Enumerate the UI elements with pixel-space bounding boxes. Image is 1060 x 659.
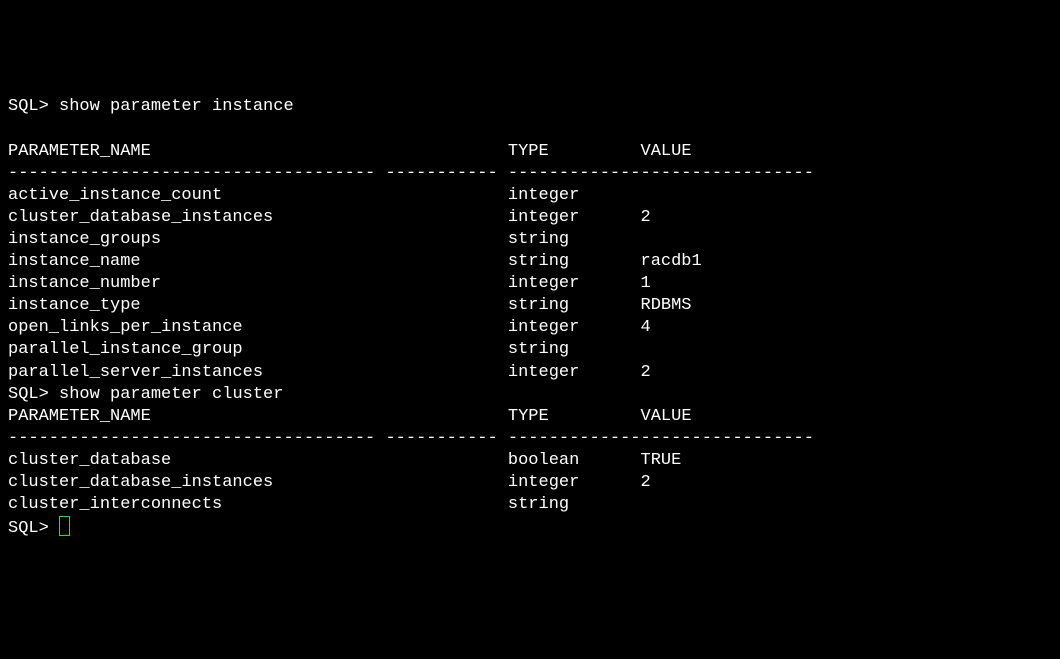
table-row: cluster_interconnects string (8, 495, 641, 514)
terminal-output[interactable]: SQL> show parameter instance PARAMETER_N… (8, 96, 1052, 540)
sql-prompt: SQL> (8, 97, 59, 116)
sql-command: show parameter cluster (59, 385, 283, 404)
column-header-value: VALUE (641, 407, 692, 426)
sql-command: show parameter instance (59, 97, 294, 116)
table-row: parallel_instance_group string (8, 340, 641, 359)
column-header-name: PARAMETER_NAME (8, 142, 375, 161)
sql-prompt: SQL> (8, 385, 59, 404)
cursor (59, 516, 70, 536)
column-header-name: PARAMETER_NAME (8, 407, 375, 426)
column-header-type: TYPE (508, 142, 620, 161)
table-row: instance_type string RDBMS (8, 296, 692, 315)
column-header-value: VALUE (641, 142, 692, 161)
table-row: parallel_server_instances integer 2 (8, 363, 651, 382)
table-row: instance_groups string (8, 230, 641, 249)
table-row: cluster_database_instances integer 2 (8, 473, 651, 492)
separator-line: ------------------------------------ ---… (8, 164, 814, 183)
table-row: cluster_database boolean TRUE (8, 451, 681, 470)
separator-line: ------------------------------------ ---… (8, 429, 814, 448)
table-row: cluster_database_instances integer 2 (8, 208, 651, 227)
table-row: instance_number integer 1 (8, 274, 651, 293)
table-row: instance_name string racdb1 (8, 252, 702, 271)
sql-prompt: SQL> (8, 519, 59, 538)
table-row: open_links_per_instance integer 4 (8, 318, 651, 337)
column-header-type: TYPE (508, 407, 620, 426)
table-row: active_instance_count integer (8, 186, 641, 205)
